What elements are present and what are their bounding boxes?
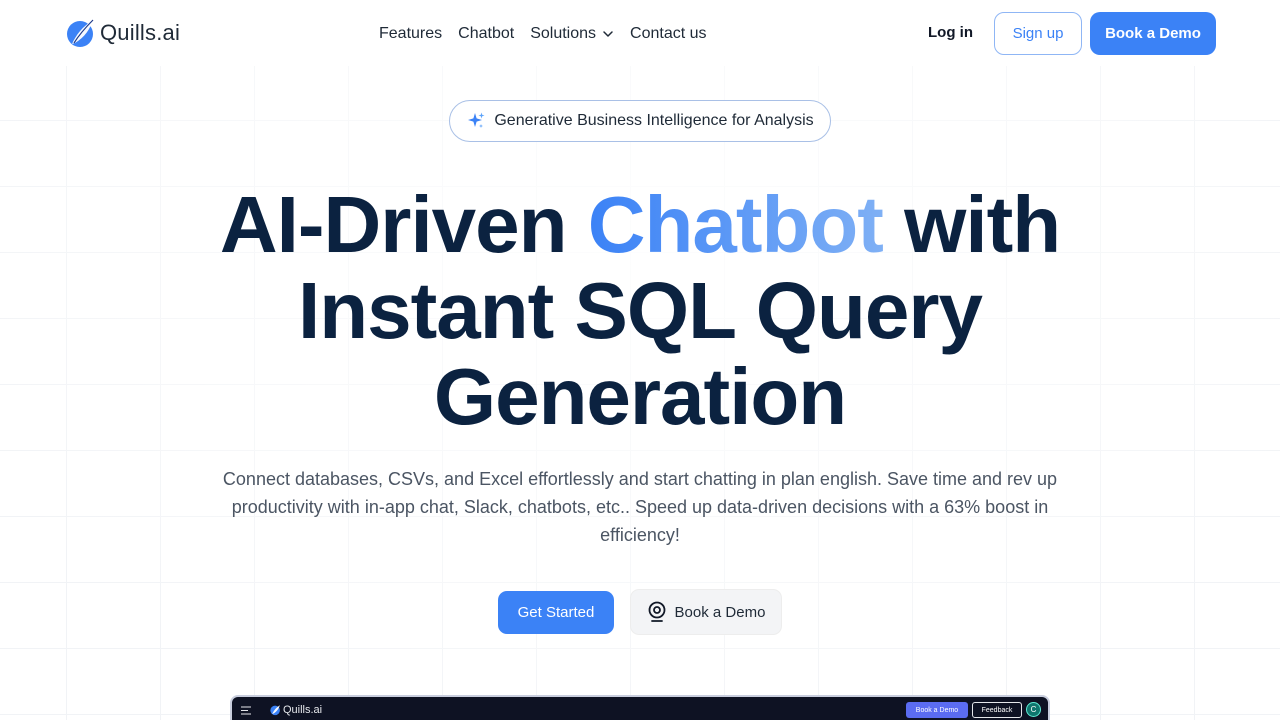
avatar[interactable]: C — [1026, 702, 1041, 717]
main-nav: Features Chatbot Solutions Contact us — [379, 22, 707, 46]
hero-book-demo-label: Book a Demo — [674, 603, 766, 621]
nav-solutions-label: Solutions — [530, 25, 597, 42]
quill-logo-icon — [67, 19, 94, 47]
nav-features[interactable]: Features — [379, 22, 442, 46]
nav-contact-us[interactable]: Contact us — [630, 22, 706, 46]
nav-solutions[interactable]: Solutions — [530, 22, 614, 46]
menu-icon[interactable] — [241, 706, 251, 715]
navbar: Quills.ai Features Chatbot Solutions Con… — [0, 0, 1280, 66]
sparkle-icon — [468, 112, 485, 128]
location-pin-icon — [648, 601, 665, 622]
hero-book-demo-button[interactable]: Book a Demo — [630, 589, 782, 635]
preview-logo-text: Quills.ai — [283, 704, 323, 716]
book-demo-button[interactable]: Book a Demo — [1090, 12, 1216, 55]
logo-text: Quills.ai — [100, 20, 181, 45]
preview-book-demo-button[interactable]: Book a Demo — [906, 702, 968, 718]
nav-chatbot[interactable]: Chatbot — [458, 22, 514, 46]
login-link[interactable]: Log in — [928, 24, 973, 41]
app-preview: Quills.ai Book a Demo Feedback C — [230, 695, 1050, 720]
quill-logo-icon — [270, 705, 280, 716]
headline-accent: Chatbot — [587, 180, 884, 269]
hero-badge: Generative Business Intelligence for Ana… — [449, 100, 831, 142]
chevron-down-icon — [603, 31, 613, 37]
signup-button[interactable]: Sign up — [994, 12, 1082, 55]
hero-badge-text: Generative Business Intelligence for Ana… — [494, 112, 814, 129]
headline-part-1: AI-Driven — [219, 180, 588, 269]
preview-feedback-button[interactable]: Feedback — [972, 702, 1022, 718]
get-started-button[interactable]: Get Started — [498, 591, 614, 634]
logo[interactable]: Quills.ai — [66, 17, 180, 49]
hero-subtext: Connect databases, CSVs, and Excel effor… — [222, 469, 1058, 545]
preview-logo: Quills.ai — [270, 704, 322, 716]
hero-headline: AI-Driven Chatbot with Instant SQL Query… — [140, 182, 1140, 440]
